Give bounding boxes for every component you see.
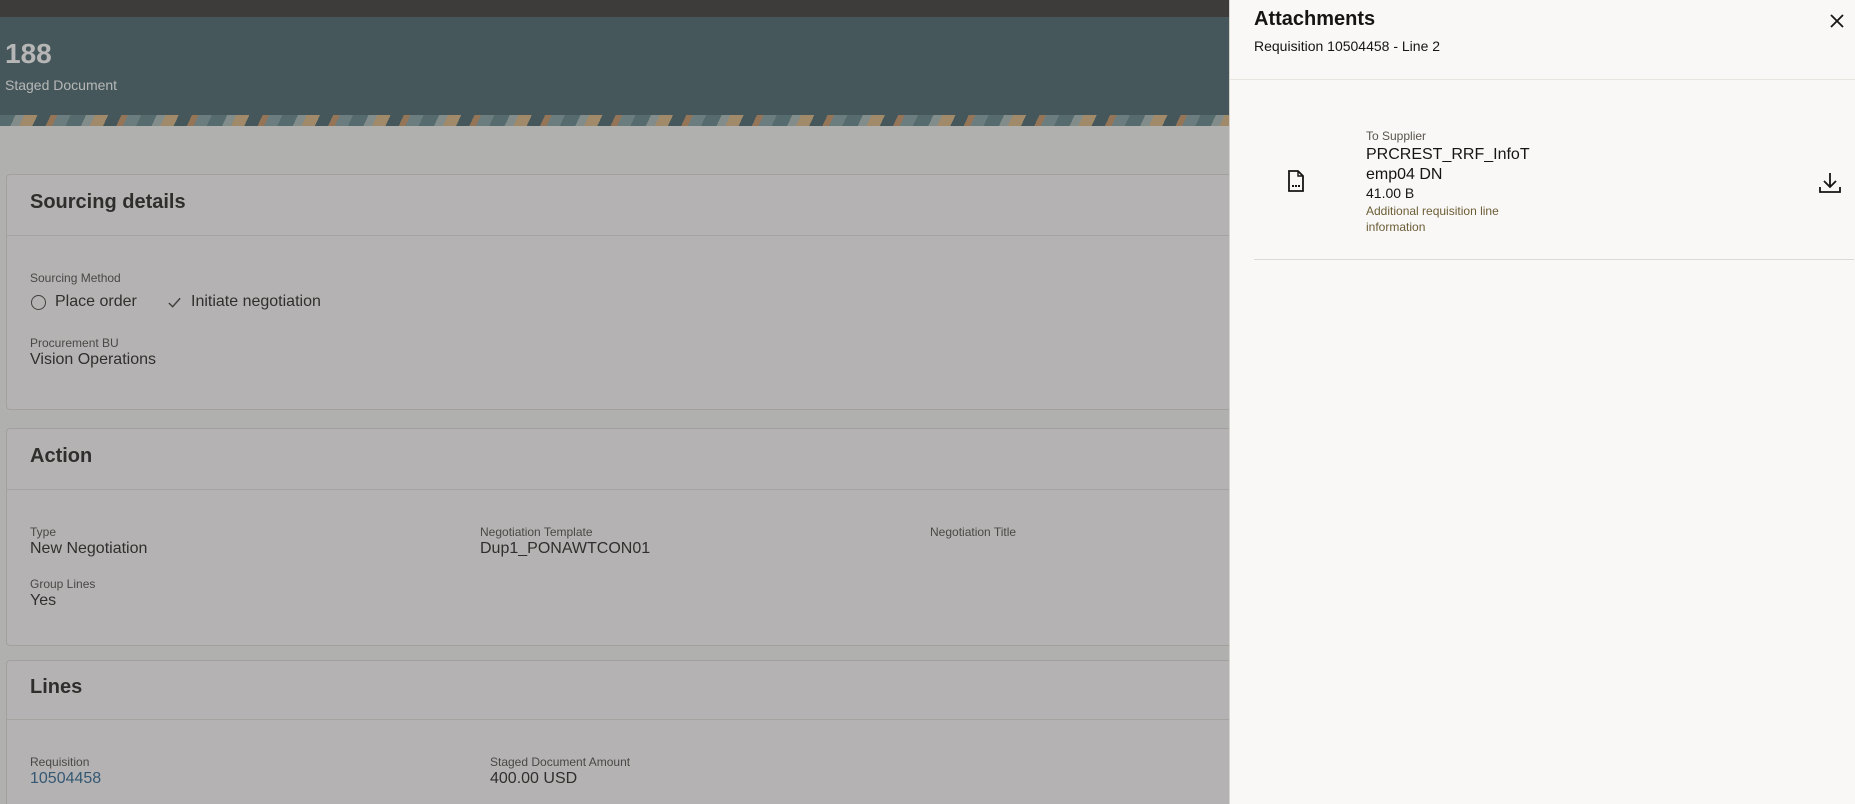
close-icon[interactable]: [1826, 10, 1848, 32]
modal-overlay[interactable]: [0, 0, 1229, 804]
drawer-divider: [1230, 79, 1855, 80]
drawer-title: Attachments: [1254, 8, 1376, 30]
attachment-size: 41.00 B: [1366, 185, 1415, 201]
attachments-drawer: Attachments Requisition 10504458 - Line …: [1229, 0, 1855, 804]
file-icon: [1288, 170, 1304, 192]
attachment-description: Additional requisition line information: [1366, 204, 1499, 234]
attachment-name[interactable]: PRCREST_RRF_InfoTemp04 DN: [1366, 145, 1536, 185]
drawer-subtitle: Requisition 10504458 - Line 2: [1254, 38, 1441, 54]
download-icon[interactable]: [1818, 171, 1842, 195]
attachment-item: To Supplier PRCREST_RRF_InfoTemp04 DN 41…: [1254, 120, 1854, 260]
attachment-category: To Supplier: [1366, 129, 1427, 143]
